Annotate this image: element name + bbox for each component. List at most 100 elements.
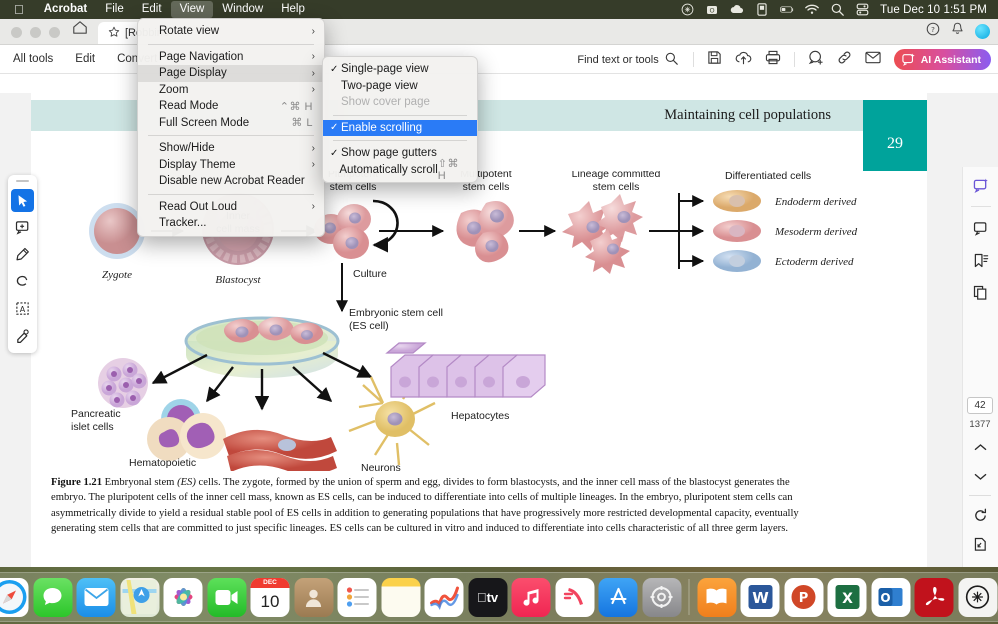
dock-item-music[interactable]	[512, 578, 551, 617]
save-icon[interactable]	[707, 50, 722, 70]
print-icon[interactable]	[765, 50, 781, 70]
battery-icon[interactable]	[780, 3, 794, 17]
view-menu-dropdown[interactable]: Rotate view › Page Navigation › Page Dis…	[137, 18, 325, 237]
menu-item-tracker[interactable]: Tracker...	[138, 215, 324, 232]
rail-divider	[971, 206, 991, 207]
cardiomyocytes	[223, 430, 337, 471]
dock-item-outlook[interactable]: O	[871, 578, 910, 617]
dock-item-stocks[interactable]	[425, 578, 464, 617]
menu-file[interactable]: File	[96, 1, 133, 18]
dock-item-chatgpt[interactable]	[958, 578, 997, 617]
zoom-button[interactable]	[49, 27, 60, 38]
draw-tool[interactable]	[11, 270, 34, 293]
outlook-icon[interactable]: O	[705, 3, 719, 17]
submenu-item-single-page-view[interactable]: ✓ Single-page view	[323, 61, 477, 78]
dock-item-maps[interactable]	[120, 578, 159, 617]
user-avatar[interactable]	[975, 24, 990, 39]
chevron-right-icon: ›	[312, 143, 315, 154]
comments-panel-icon[interactable]	[969, 216, 993, 240]
submenu-item-automatically-scroll[interactable]: Automatically scroll ⇧⌘ H	[323, 162, 477, 179]
fit-page-icon[interactable]	[968, 532, 992, 556]
menu-acrobat[interactable]: Acrobat	[35, 1, 96, 18]
chatgpt-icon[interactable]	[680, 3, 694, 17]
menu-bar-clock[interactable]: Tue Dec 10 1:51 PM	[880, 4, 987, 16]
ai-assistant-button[interactable]: AI Assistant	[894, 49, 991, 70]
rotate-icon[interactable]	[968, 503, 992, 527]
menu-item-display-theme[interactable]: Display Theme ›	[138, 157, 324, 174]
star-icon[interactable]	[108, 26, 120, 41]
zoom-in-icon[interactable]	[968, 561, 992, 567]
submenu-item-two-page-view[interactable]: Two-page view	[323, 78, 477, 95]
current-page-input[interactable]: 42	[967, 397, 993, 414]
window-controls[interactable]	[0, 27, 70, 44]
menu-item-zoom[interactable]: Zoom ›	[138, 82, 324, 99]
menu-edit[interactable]: Edit	[133, 1, 171, 18]
menu-item-page-display[interactable]: Page Display ›	[138, 65, 324, 82]
all-tools-button[interactable]: All tools	[13, 53, 53, 65]
dock-item-settings[interactable]	[642, 578, 681, 617]
bookmarks-panel-icon[interactable]	[969, 248, 993, 272]
quick-tools-palette: A	[8, 175, 37, 353]
chevron-down-icon[interactable]	[968, 464, 992, 488]
menu-item-page-navigation[interactable]: Page Navigation ›	[138, 49, 324, 66]
submenu-item-enable-scrolling[interactable]: ✓ Enable scrolling	[323, 120, 477, 137]
dock-item-appletv[interactable]: tv	[468, 578, 507, 617]
page-display-submenu[interactable]: ✓ Single-page view Two-page view Show co…	[322, 56, 478, 183]
control-center-icon[interactable]	[855, 3, 869, 17]
menu-item-read-out-loud[interactable]: Read Out Loud ›	[138, 199, 324, 216]
dock-item-safari[interactable]	[0, 578, 29, 617]
redact-tool[interactable]	[11, 324, 34, 347]
caption-number: Figure 1.21	[51, 477, 102, 488]
menu-item-disable-new-acrobat-reader[interactable]: Disable new Acrobat Reader	[138, 173, 324, 190]
find-input[interactable]: Find text or tools	[577, 52, 677, 68]
palette-drag-handle[interactable]	[16, 180, 29, 182]
notification-bell-icon[interactable]	[951, 22, 964, 41]
dock-item-notes[interactable]	[381, 578, 420, 617]
dock-item-appstore[interactable]	[599, 578, 638, 617]
upload-cloud-icon[interactable]	[735, 50, 752, 70]
dock-item-messages[interactable]	[33, 578, 72, 617]
ai-assistant-panel-icon[interactable]	[969, 173, 993, 197]
dock-item-photos[interactable]	[164, 578, 203, 617]
pages-panel-icon[interactable]	[969, 280, 993, 304]
menu-divider	[148, 44, 314, 45]
dock-item-powerpoint[interactable]: P	[784, 578, 823, 617]
dock-item-facetime[interactable]	[207, 578, 246, 617]
menu-item-show-hide[interactable]: Show/Hide ›	[138, 140, 324, 157]
mail-icon[interactable]	[865, 51, 881, 69]
wifi-icon[interactable]	[805, 3, 819, 17]
add-comment-icon[interactable]	[808, 50, 824, 70]
menu-item-rotate-view[interactable]: Rotate view ›	[138, 23, 324, 40]
submenu-item-show-cover-page: Show cover page	[323, 94, 477, 111]
text-select-tool[interactable]: A	[11, 297, 34, 320]
menu-help[interactable]: Help	[272, 1, 314, 18]
chevron-up-icon[interactable]	[968, 435, 992, 459]
home-icon[interactable]	[70, 20, 98, 44]
edit-button[interactable]: Edit	[75, 53, 95, 65]
search-icon[interactable]	[665, 52, 678, 68]
dock-item-acrobat[interactable]	[915, 578, 954, 617]
menu-item-read-mode[interactable]: Read Mode ⌃⌘ H	[138, 98, 324, 115]
dock-item-books[interactable]	[697, 578, 736, 617]
dock-item-excel[interactable]: X	[828, 578, 867, 617]
cloud-icon[interactable]	[730, 3, 744, 17]
dock-item-reminders[interactable]	[338, 578, 377, 617]
highlight-tool[interactable]	[11, 243, 34, 266]
menu-window[interactable]: Window	[213, 1, 272, 18]
link-icon[interactable]	[837, 50, 852, 70]
apple-menu-icon[interactable]: 	[8, 3, 35, 17]
menu-item-full-screen-mode[interactable]: Full Screen Mode ⌘ L	[138, 115, 324, 132]
menu-view[interactable]: View	[171, 1, 214, 18]
spotlight-search-icon[interactable]	[830, 3, 844, 17]
display-icon[interactable]	[755, 3, 769, 17]
minimize-button[interactable]	[30, 27, 41, 38]
close-button[interactable]	[11, 27, 22, 38]
help-icon[interactable]: ?	[926, 22, 940, 41]
select-tool[interactable]	[11, 189, 34, 212]
dock-item-calendar[interactable]: DEC 10	[251, 578, 290, 617]
dock-item-news[interactable]	[555, 578, 594, 617]
comment-tool[interactable]	[11, 216, 34, 239]
dock-item-word[interactable]: W	[741, 578, 780, 617]
dock-item-contacts[interactable]	[294, 578, 333, 617]
dock-item-mail[interactable]	[77, 578, 116, 617]
